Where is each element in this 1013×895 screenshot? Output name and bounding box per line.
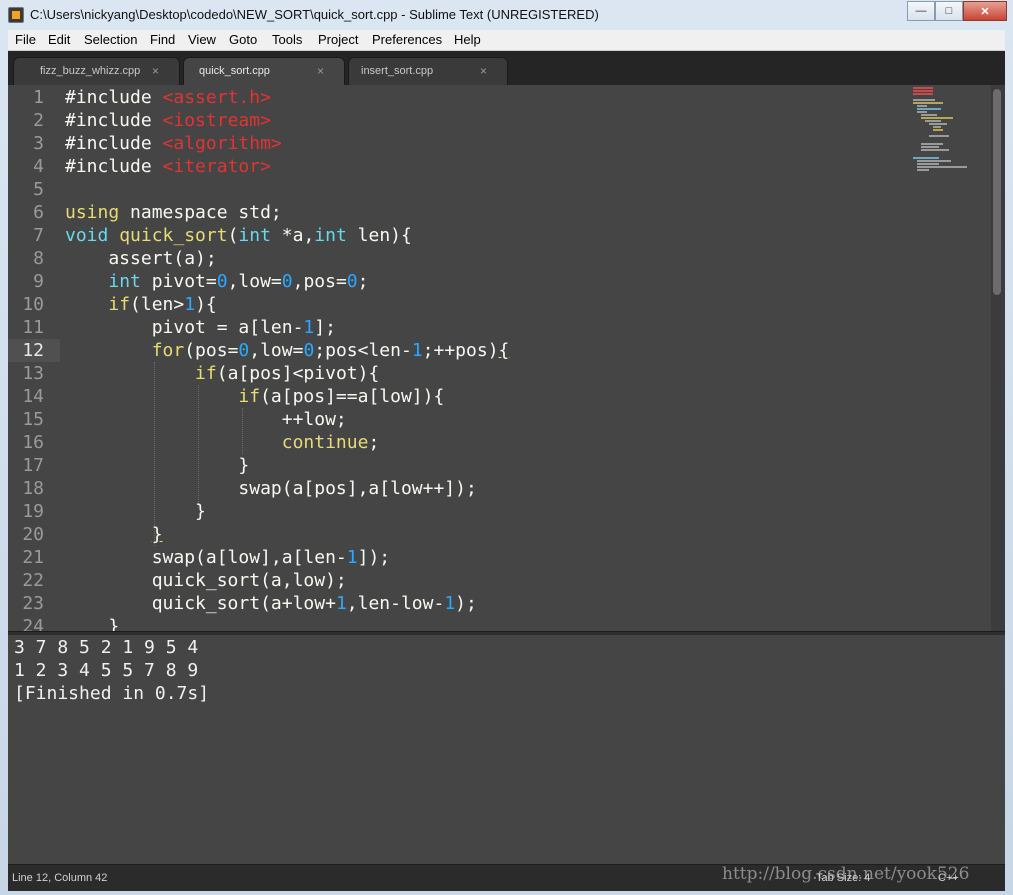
line-number: 1 bbox=[33, 87, 44, 108]
line-number: 9 bbox=[33, 271, 44, 292]
menu-bar: File Edit Selection Find View Goto Tools… bbox=[8, 30, 1005, 51]
line-number: 19 bbox=[22, 501, 44, 522]
output-line: [Finished in 0.7s] bbox=[14, 683, 210, 704]
tab-label: quick_sort.cpp bbox=[199, 65, 270, 77]
line-number-current: 12 bbox=[22, 340, 44, 361]
output-line: 3 7 8 5 2 1 9 5 4 bbox=[14, 637, 199, 658]
code-line-13: if(a[pos]<pivot){ bbox=[195, 363, 380, 384]
watermark: http://blog.csdn.net/yook526 bbox=[722, 864, 970, 884]
code-line-21: swap(a[low],a[len-1]); bbox=[65, 547, 391, 568]
scrollbar-thumb[interactable] bbox=[993, 89, 1001, 295]
close-button[interactable]: ✕ bbox=[963, 1, 1007, 21]
output-line: 1 2 3 4 5 5 7 8 9 bbox=[14, 660, 199, 681]
code-line-24: } bbox=[65, 616, 120, 631]
title-bar: C:\Users\nickyang\Desktop\codedo\NEW_SOR… bbox=[0, 0, 1013, 30]
tab-label: fizz_buzz_whizz.cpp bbox=[40, 65, 141, 77]
code-line-1: #include <assert.h> bbox=[65, 87, 271, 108]
code-line-12: for(pos=0,low=0;pos<len-1;++pos){ bbox=[151, 340, 510, 361]
code-line-8: assert(a); bbox=[65, 248, 217, 269]
code-line-23: quick_sort(a+low+1,len-low-1); bbox=[65, 593, 477, 614]
tab-close-icon[interactable]: × bbox=[152, 64, 159, 78]
tab-fizz-buzz-whizz[interactable]: fizz_buzz_whizz.cpp × bbox=[13, 57, 180, 86]
minimize-button[interactable]: — bbox=[907, 1, 935, 21]
line-number: 17 bbox=[22, 455, 44, 476]
line-number: 18 bbox=[22, 478, 44, 499]
menu-goto[interactable]: Goto bbox=[229, 32, 257, 47]
menu-tools[interactable]: Tools bbox=[272, 32, 302, 47]
code-line-16: continue; bbox=[281, 432, 380, 453]
code-editor[interactable]: 1 2 3 4 5 6 7 8 9 10 11 12 13 14 15 16 1… bbox=[8, 85, 1005, 631]
line-number: 13 bbox=[22, 363, 44, 384]
line-number: 8 bbox=[33, 248, 44, 269]
cursor-position: Line 12, Column 42 bbox=[12, 872, 108, 884]
code-line-15: ++low; bbox=[65, 409, 347, 430]
menu-preferences[interactable]: Preferences bbox=[372, 32, 442, 47]
minimap[interactable] bbox=[913, 85, 975, 195]
code-line-2: #include <iostream> bbox=[65, 110, 271, 131]
tab-label: insert_sort.cpp bbox=[361, 65, 434, 77]
line-number: 21 bbox=[22, 547, 44, 568]
line-number: 11 bbox=[22, 317, 44, 338]
line-number: 24 bbox=[22, 616, 44, 631]
line-number: 20 bbox=[22, 524, 44, 545]
code-line-18: swap(a[pos],a[low++]); bbox=[65, 478, 477, 499]
code-line-19: } bbox=[65, 501, 206, 522]
line-number: 14 bbox=[22, 386, 44, 407]
build-output-panel: 3 7 8 5 2 1 9 5 4 1 2 3 4 5 5 7 8 9 [Fin… bbox=[8, 635, 1005, 864]
menu-file[interactable]: File bbox=[15, 32, 36, 47]
line-number: 3 bbox=[33, 133, 44, 154]
line-number: 15 bbox=[22, 409, 44, 430]
menu-help[interactable]: Help bbox=[454, 32, 481, 47]
line-number: 22 bbox=[22, 570, 44, 591]
line-number: 4 bbox=[33, 156, 44, 177]
line-number-gutter: 1 2 3 4 5 6 7 8 9 10 11 12 13 14 15 16 1… bbox=[8, 85, 60, 631]
code-line-17: } bbox=[65, 455, 250, 476]
code-line-11: pivot = a[len-1]; bbox=[65, 317, 336, 338]
code-line-6: using namespace std; bbox=[65, 202, 282, 223]
line-number: 2 bbox=[33, 110, 44, 131]
code-line-7: void quick_sort(int *a,int len){ bbox=[65, 225, 412, 246]
maximize-button[interactable]: □ bbox=[935, 1, 963, 21]
sublime-app-icon[interactable] bbox=[8, 7, 24, 23]
line-number: 23 bbox=[22, 593, 44, 614]
code-line-22: quick_sort(a,low); bbox=[65, 570, 347, 591]
window-title: C:\Users\nickyang\Desktop\codedo\NEW_SOR… bbox=[30, 7, 599, 22]
line-number: 16 bbox=[22, 432, 44, 453]
tab-close-icon[interactable]: × bbox=[317, 64, 324, 78]
tab-insert-sort[interactable]: insert_sort.cpp × bbox=[348, 57, 508, 86]
code-line-4: #include <iterator> bbox=[65, 156, 271, 177]
menu-find[interactable]: Find bbox=[150, 32, 175, 47]
line-number: 5 bbox=[33, 179, 44, 200]
line-number: 6 bbox=[33, 202, 44, 223]
vertical-scrollbar[interactable] bbox=[991, 85, 1005, 631]
menu-project[interactable]: Project bbox=[318, 32, 358, 47]
tab-close-icon[interactable]: × bbox=[480, 64, 487, 78]
code-line-10: if(len>1){ bbox=[108, 294, 217, 315]
menu-selection[interactable]: Selection bbox=[84, 32, 137, 47]
menu-view[interactable]: View bbox=[188, 32, 216, 47]
line-number: 10 bbox=[22, 294, 44, 315]
code-line-14: if(a[pos]==a[low]){ bbox=[238, 386, 445, 407]
line-number: 7 bbox=[33, 225, 44, 246]
sublime-window: C:\Users\nickyang\Desktop\codedo\NEW_SOR… bbox=[0, 0, 1013, 895]
tab-quick-sort[interactable]: quick_sort.cpp × bbox=[183, 57, 345, 86]
code-line-9: int pivot=0,low=0,pos=0; bbox=[108, 271, 369, 292]
code-line-20: } bbox=[151, 524, 163, 545]
code-line-3: #include <algorithm> bbox=[65, 133, 282, 154]
tab-bar: fizz_buzz_whizz.cpp × quick_sort.cpp × i… bbox=[8, 51, 1005, 86]
menu-edit[interactable]: Edit bbox=[48, 32, 70, 47]
